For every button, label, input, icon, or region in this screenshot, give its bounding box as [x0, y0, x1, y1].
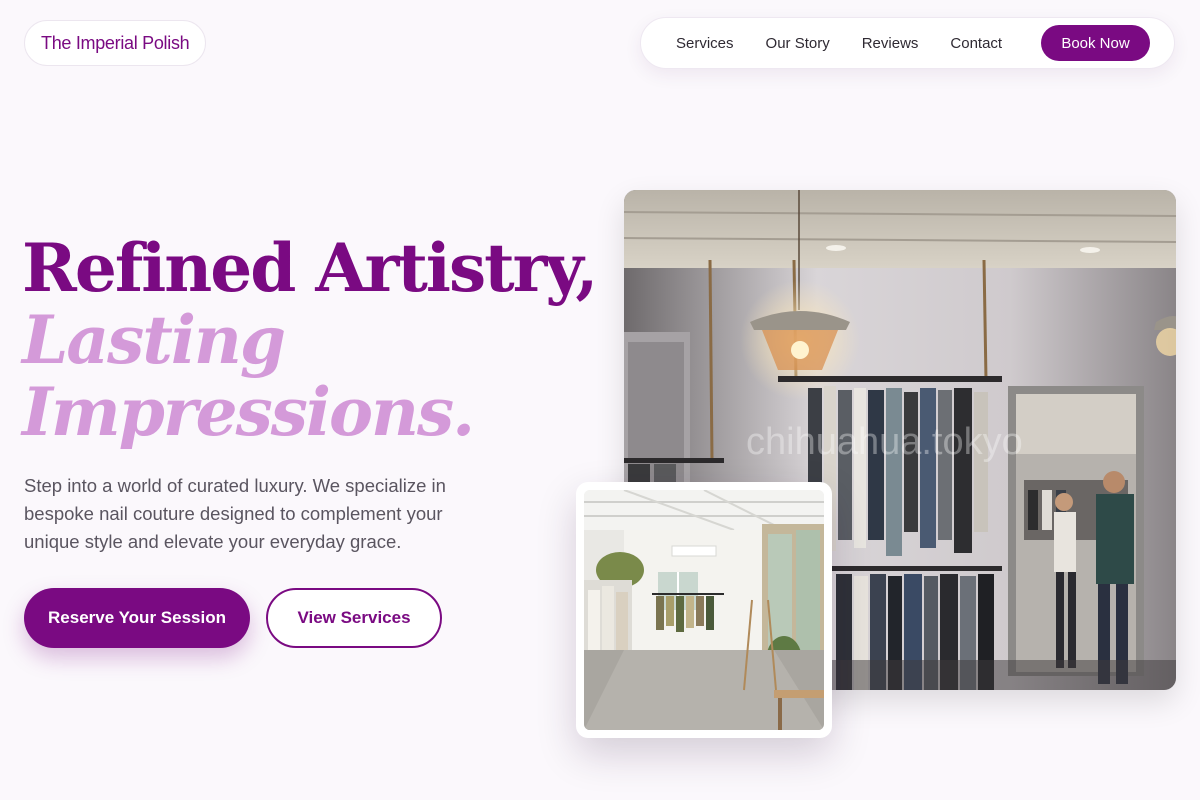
inset-photo-frame [576, 482, 832, 738]
nav-link-our-story[interactable]: Our Story [766, 35, 830, 52]
nav-link-reviews[interactable]: Reviews [862, 35, 919, 52]
image-watermark: chihuahua.tokyo [746, 421, 1023, 463]
hero-title-line2: Lasting [22, 301, 286, 379]
hero-description: Step into a world of curated luxury. We … [24, 475, 446, 552]
hero-title: Refined Artistry, Lasting Impressions. [22, 229, 598, 451]
main-nav: Services Our Story Reviews Contact Book … [640, 17, 1175, 69]
book-now-button[interactable]: Book Now [1041, 25, 1150, 61]
nav-link-services[interactable]: Services [676, 35, 734, 52]
hero-title-line1: Refined Artistry, [22, 229, 598, 307]
reserve-session-button[interactable]: Reserve Your Session [24, 588, 250, 648]
nav-link-contact[interactable]: Contact [950, 35, 1002, 52]
hero-title-line3: Impressions. [22, 373, 475, 451]
brand-logo[interactable]: The Imperial Polish [24, 20, 207, 66]
view-services-button[interactable]: View Services [266, 588, 442, 648]
boutique-showroom-image [584, 490, 824, 730]
